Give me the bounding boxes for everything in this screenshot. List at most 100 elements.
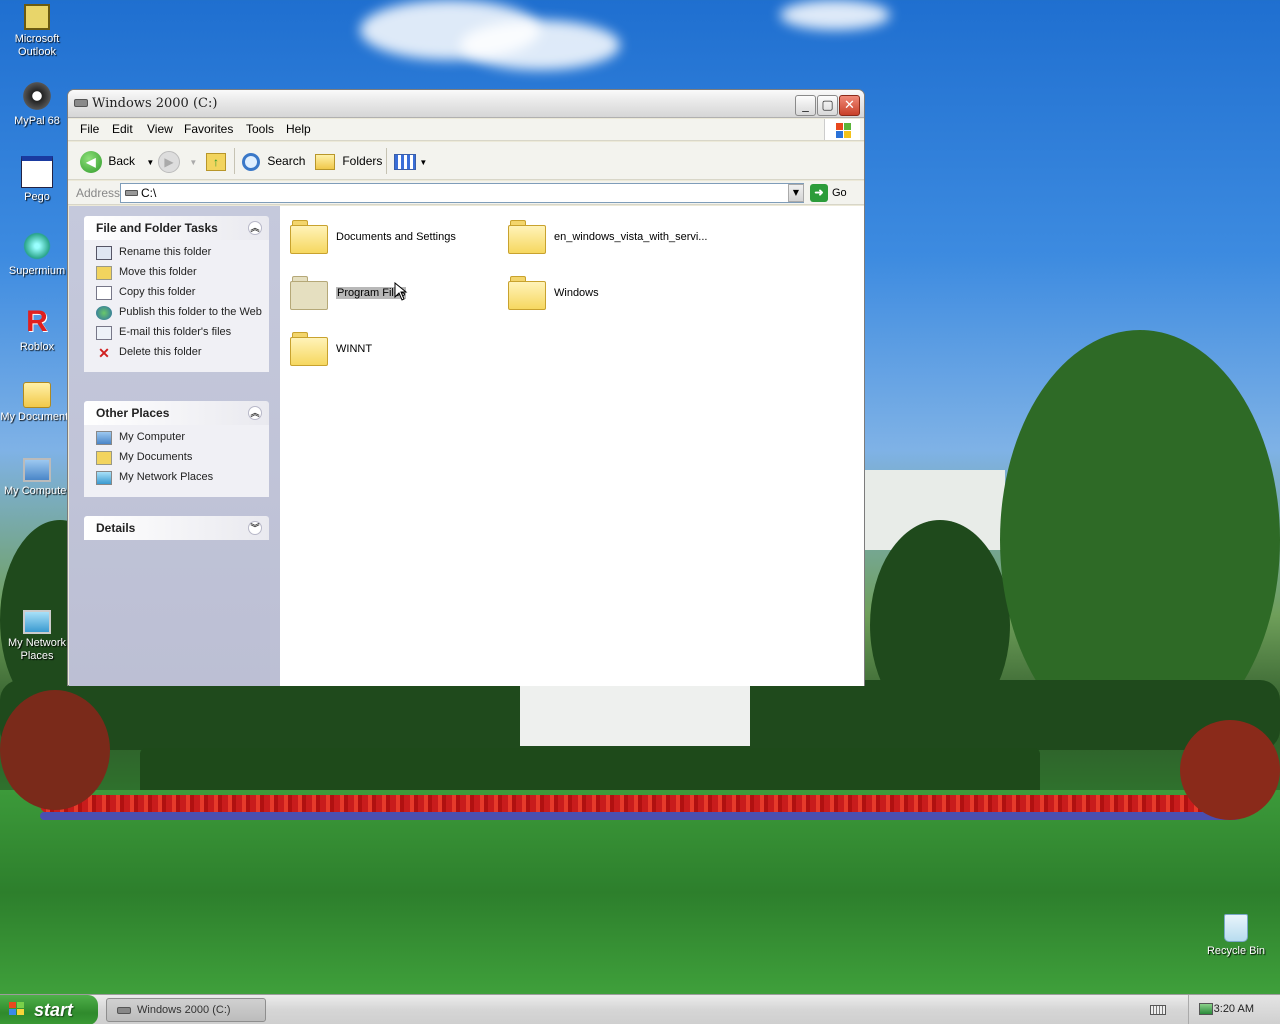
place-network-places[interactable]: My Network Places — [96, 471, 269, 485]
views-icon — [394, 153, 416, 170]
desktop-icon-network-places[interactable]: My Network Places — [0, 610, 74, 663]
my-documents-icon — [23, 382, 51, 408]
supermium-icon — [21, 230, 53, 262]
folders-button[interactable]: Folders — [315, 148, 382, 174]
folder-item[interactable]: Documents and Settings — [290, 216, 500, 260]
system-tray: 3:20 AM — [1188, 995, 1280, 1024]
folder-item[interactable]: en_windows_vista_with_servi... — [508, 216, 718, 260]
delete-icon: ✕ — [98, 345, 110, 361]
desktop-icon-pego[interactable]: Pego — [0, 156, 74, 204]
details-panel: Details ︾ — [84, 516, 269, 540]
desktop-icon-roblox[interactable]: R Roblox — [0, 306, 74, 354]
menu-view[interactable]: View — [147, 122, 173, 136]
place-my-computer[interactable]: My Computer — [96, 431, 269, 445]
place-my-documents[interactable]: My Documents — [96, 451, 269, 465]
title-bar[interactable]: Windows 2000 (C:) _ ▢ ✕ — [68, 90, 864, 118]
go-button[interactable]: ➜ Go — [810, 184, 847, 203]
up-folder-button[interactable]: ↑ — [206, 148, 226, 174]
address-dropdown-button[interactable]: ▼ — [788, 184, 804, 202]
clock[interactable]: 3:20 AM — [1214, 1003, 1254, 1015]
folders-icon — [315, 153, 335, 170]
panel-header[interactable]: Other Places ︽ — [84, 401, 269, 425]
folder-icon — [290, 220, 328, 254]
back-arrow-icon: ◀ — [80, 150, 102, 173]
desktop-icon-my-documents[interactable]: My Documents — [0, 382, 74, 424]
desktop-icon-recycle-bin[interactable]: Recycle Bin — [1199, 914, 1273, 958]
my-documents-icon — [96, 451, 112, 465]
move-icon — [96, 266, 112, 280]
task-copy-folder[interactable]: Copy this folder — [96, 286, 269, 300]
desktop-icon-my-computer[interactable]: My Computer — [0, 458, 74, 498]
start-button[interactable]: start — [0, 995, 98, 1024]
collapse-chevron-icon[interactable]: ︽ — [248, 221, 262, 235]
folder-icon — [290, 276, 328, 310]
menu-edit[interactable]: Edit — [112, 122, 133, 136]
desktop-icon-supermium[interactable]: Supermium — [0, 230, 74, 278]
explorer-window[interactable]: Windows 2000 (C:) _ ▢ ✕ File Edit View F… — [67, 89, 865, 686]
email-icon — [96, 326, 112, 340]
roblox-icon: R — [26, 305, 48, 338]
drive-icon — [74, 99, 88, 107]
forward-button[interactable]: ▶ ▼ — [158, 148, 197, 174]
task-rename-folder[interactable]: Rename this folder — [96, 246, 269, 260]
task-email-files[interactable]: E-mail this folder's files — [96, 326, 269, 340]
task-move-folder[interactable]: Move this folder — [96, 266, 269, 280]
copy-icon — [96, 286, 112, 300]
go-arrow-icon: ➜ — [810, 184, 828, 203]
task-pane: File and Folder Tasks ︽ Rename this fold… — [69, 206, 280, 686]
folder-view[interactable]: Documents and Settings en_windows_vista_… — [280, 206, 864, 686]
file-folder-tasks-panel: File and Folder Tasks ︽ Rename this fold… — [84, 216, 269, 372]
address-label: Address — [76, 186, 121, 200]
folder-item[interactable]: WINNT — [290, 328, 500, 372]
taskbar-window-button[interactable]: Windows 2000 (C:) — [106, 998, 266, 1022]
views-dropdown-icon: ▼ — [419, 158, 428, 167]
forward-dropdown-icon: ▼ — [189, 158, 198, 167]
drive-icon — [125, 190, 138, 196]
menu-bar: File Edit View Favorites Tools Help — [68, 119, 864, 141]
desktop-icon-outlook[interactable]: Microsoft Outlook — [0, 4, 74, 59]
address-bar: Address C:\ ▼ ➜ Go — [68, 181, 864, 205]
my-computer-icon — [96, 431, 112, 445]
back-dropdown-icon[interactable]: ▼ — [146, 158, 154, 167]
toolbar: ◀ Back ▼ ▶ ▼ ↑ Search Folders ▼ — [68, 142, 864, 180]
task-publish-web[interactable]: Publish this folder to the Web — [96, 306, 269, 320]
menu-help[interactable]: Help — [286, 122, 311, 136]
panel-header[interactable]: File and Folder Tasks ︽ — [84, 216, 269, 240]
network-tray-icon[interactable] — [1199, 1003, 1213, 1015]
minimize-button[interactable]: _ — [795, 95, 816, 116]
collapse-chevron-icon[interactable]: ︽ — [248, 406, 262, 420]
maximize-button[interactable]: ▢ — [817, 95, 838, 116]
network-places-icon — [23, 610, 51, 634]
outlook-icon — [24, 4, 50, 30]
search-icon — [242, 152, 260, 171]
folder-icon — [508, 220, 546, 254]
views-button[interactable]: ▼ — [394, 148, 427, 174]
task-delete-folder[interactable]: ✕ Delete this folder — [96, 345, 269, 361]
folder-item[interactable]: Windows — [508, 272, 718, 316]
menu-favorites[interactable]: Favorites — [184, 122, 233, 136]
pego-icon — [21, 156, 53, 188]
address-input[interactable]: C:\ — [120, 183, 804, 203]
search-button[interactable]: Search — [242, 148, 305, 174]
forward-arrow-icon: ▶ — [158, 150, 180, 173]
mypal-icon — [21, 80, 53, 112]
mouse-cursor-icon — [394, 282, 408, 301]
menu-file[interactable]: File — [80, 122, 99, 136]
up-folder-icon: ↑ — [206, 152, 226, 171]
menu-tools[interactable]: Tools — [246, 122, 274, 136]
keyboard-icon[interactable] — [1150, 1005, 1166, 1015]
recycle-bin-icon — [1224, 914, 1248, 942]
back-button[interactable]: ◀ Back ▼ — [80, 148, 154, 174]
taskbar: start Windows 2000 (C:) 3:20 AM — [0, 994, 1280, 1024]
close-button[interactable]: ✕ — [839, 95, 860, 116]
other-places-panel: Other Places ︽ My Computer My Documents … — [84, 401, 269, 497]
folder-icon — [290, 332, 328, 366]
my-computer-icon — [23, 458, 51, 482]
desktop-icon-mypal[interactable]: MyPal 68 — [0, 80, 74, 128]
panel-header[interactable]: Details ︾ — [84, 516, 269, 540]
windows-logo-icon — [824, 119, 860, 140]
folder-icon — [508, 276, 546, 310]
publish-web-icon — [96, 306, 112, 320]
network-places-icon — [96, 471, 112, 485]
expand-chevron-icon[interactable]: ︾ — [248, 521, 262, 535]
